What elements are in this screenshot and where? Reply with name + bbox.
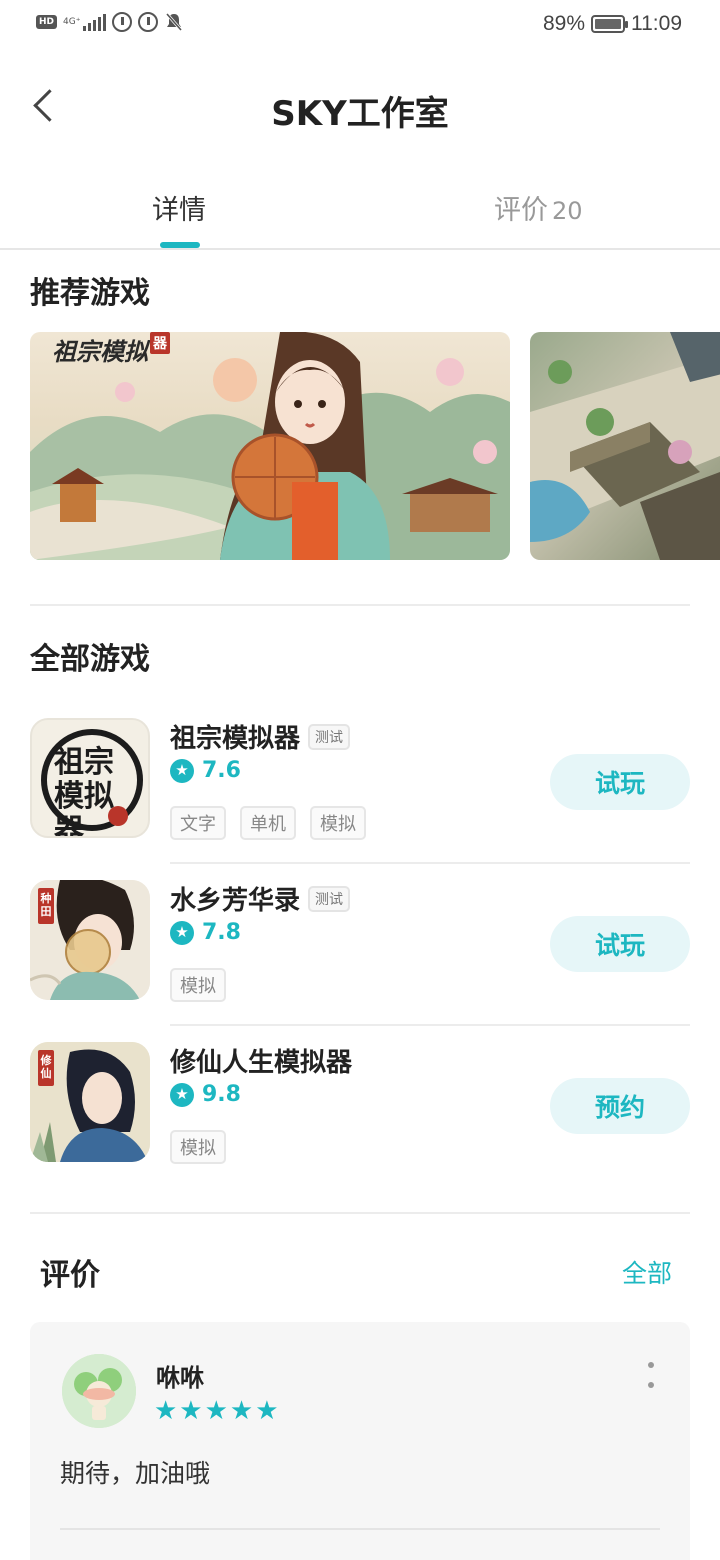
review-divider — [60, 1528, 660, 1530]
game-tags: 模拟 — [170, 968, 226, 1002]
game-tag: 模拟 — [170, 1130, 226, 1164]
game-tag: 模拟 — [170, 968, 226, 1002]
game-icon-text: 修仙 — [40, 1054, 52, 1080]
tab-reviews[interactable]: 评价 20 — [494, 188, 583, 227]
more-options-icon[interactable] — [646, 1362, 656, 1388]
alarm-icon — [138, 12, 159, 32]
game-title-text: 祖宗模拟器 — [170, 724, 301, 754]
data-saver-icon — [112, 12, 133, 32]
battery-icon — [591, 15, 628, 33]
try-play-button[interactable]: 试玩 — [550, 916, 690, 972]
banner-logo-seal: 器 — [150, 332, 170, 354]
game-icon: 种田 — [30, 880, 150, 1000]
game-rating: ★ 7.6 — [170, 758, 241, 783]
rating-value: 7.6 — [202, 758, 241, 783]
tab-reviews-label: 评价 — [494, 195, 548, 226]
reviews-header: 评价 全部 — [40, 1250, 672, 1294]
reviews-section-title: 评价 — [40, 1258, 100, 1293]
game-list-item[interactable]: 修仙 修仙人生模拟器 ★ 9.8 模拟 预约 — [30, 1026, 690, 1188]
hd-icon: HD — [36, 15, 58, 29]
game-icon-text: 种田 — [40, 892, 52, 918]
banner-logo-text: 祖宗模拟 — [52, 337, 148, 366]
tab-bar: 详情 评价 20 — [0, 170, 720, 250]
review-text: 期待，加油哦 — [60, 1459, 211, 1488]
see-all-reviews-link[interactable]: 全部 — [622, 1254, 672, 1290]
signal-icon — [83, 13, 107, 31]
game-icon: 修仙 — [30, 1042, 150, 1162]
all-games-section-title: 全部游戏 — [30, 642, 150, 677]
test-badge: 测试 — [308, 723, 351, 750]
active-tab-indicator — [160, 242, 200, 248]
game-tags: 文字 单机 模拟 — [170, 806, 366, 840]
recommended-banner[interactable]: 祖宗模拟器 — [30, 332, 510, 560]
app-header: SKY工作室 — [0, 60, 720, 150]
recommended-section-title: 推荐游戏 — [30, 276, 150, 311]
mute-icon — [165, 13, 183, 31]
avatar[interactable] — [62, 1354, 136, 1428]
star-icon: ★ — [170, 758, 194, 783]
star-rating: ★★★★★ — [154, 1396, 281, 1426]
status-icons-left: HD 4G⁺ — [36, 12, 184, 32]
review-card[interactable]: 咻咻 ★★★★★ 期待，加油哦 — [30, 1322, 690, 1560]
game-tag: 模拟 — [310, 806, 366, 840]
avatar-image — [62, 1354, 136, 1428]
rating-value: 9.8 — [202, 1082, 241, 1107]
game-title-text: 水乡芳华录 — [170, 886, 301, 916]
game-title: 祖宗模拟器 测试 — [170, 718, 351, 755]
section-divider — [30, 1212, 690, 1214]
banner-2-illustration — [530, 332, 720, 560]
star-icon: ★ — [170, 920, 194, 945]
game-rating: ★ 9.8 — [170, 1082, 241, 1107]
status-icons-right: 89% 11:09 — [543, 12, 682, 36]
network-type: 4G⁺ — [63, 17, 81, 27]
tab-reviews-count: 20 — [552, 197, 583, 225]
star-icon: ★ — [170, 1082, 194, 1107]
rating-value: 7.8 — [202, 920, 241, 945]
banner-logo: 祖宗模拟器 — [52, 332, 170, 367]
game-rating: ★ 7.8 — [170, 920, 241, 945]
status-bar: HD 4G⁺ 89% 11:09 — [0, 0, 720, 50]
reserve-button[interactable]: 预约 — [550, 1078, 690, 1134]
game-tag: 文字 — [170, 806, 226, 840]
game-list-item[interactable]: 种田 水乡芳华录 测试 ★ 7.8 模拟 试玩 — [30, 864, 690, 1026]
test-badge: 测试 — [308, 885, 351, 912]
game-list-item[interactable]: 祖宗模拟器 祖宗模拟器 测试 ★ 7.6 文字 单机 模拟 试玩 — [30, 702, 690, 864]
game-icon-text: 祖宗模拟器 — [54, 745, 114, 838]
section-divider — [30, 604, 690, 606]
battery-percent: 89% — [542, 12, 585, 35]
clock: 11:09 — [631, 12, 682, 35]
reviewer-name: 咻咻 — [156, 1364, 204, 1392]
game-tag: 单机 — [240, 806, 296, 840]
game-title: 修仙人生模拟器 — [170, 1048, 353, 1078]
try-play-button[interactable]: 试玩 — [550, 754, 690, 810]
game-icon: 祖宗模拟器 — [30, 718, 150, 838]
game-title: 水乡芳华录 测试 — [170, 880, 351, 917]
recommended-banner-2[interactable] — [530, 332, 720, 560]
game-tags: 模拟 — [170, 1130, 226, 1164]
page-title: SKY工作室 — [271, 94, 449, 134]
tab-details[interactable]: 详情 — [152, 188, 206, 227]
